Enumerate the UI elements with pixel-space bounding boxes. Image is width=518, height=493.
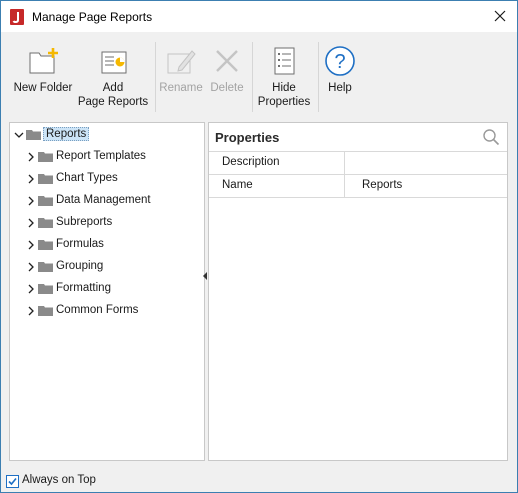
tree-item-chart-types[interactable]: Chart Types [10,169,200,189]
property-name: Description [222,156,280,168]
folder-icon [38,306,53,316]
rename-label: Rename [159,82,203,94]
folder-icon [38,196,53,206]
delete-button[interactable]: Delete [205,40,249,112]
folder-icon [38,262,53,272]
properties-title: Properties [215,130,280,145]
tree-item-formatting[interactable]: Formatting [10,279,200,299]
hide-properties-label: Hide Properties [253,81,315,109]
report-tree: Reports Report Templates Chart Types Dat… [9,122,205,461]
properties-list-icon [274,47,295,75]
chevron-right-icon[interactable] [26,240,36,250]
new-folder-label: New Folder [13,82,73,94]
tree-item-label: Reports [43,127,90,141]
hide-properties-button[interactable]: Hide Properties [253,40,315,112]
help-label: Help [328,82,352,94]
help-icon: ? [325,46,355,76]
chevron-right-icon[interactable] [26,174,36,184]
tree-item-report-templates[interactable]: Report Templates [10,147,200,167]
new-folder-button[interactable]: New Folder [9,40,77,112]
folder-icon [38,240,53,250]
chevron-right-icon[interactable] [26,262,36,272]
add-page-reports-button[interactable]: Add Page Reports [77,40,149,112]
chevron-right-icon[interactable] [26,152,36,162]
chevron-right-icon[interactable] [26,306,36,316]
chevron-right-icon[interactable] [26,218,36,228]
properties-panel: Properties Description Name Reports [208,122,508,461]
chevron-right-icon[interactable] [26,196,36,206]
property-row-description[interactable]: Description [209,151,507,175]
tree-item-label: Formulas [56,238,104,250]
tree-item-label: Common Forms [56,304,139,316]
title-bar: Manage Page Reports [1,1,517,32]
window-title: Manage Page Reports [32,10,153,24]
property-name: Name [222,179,253,191]
search-icon[interactable] [482,128,500,146]
tree-item-label: Grouping [56,260,104,272]
always-on-top-checkbox[interactable] [6,475,19,488]
delete-icon [216,50,238,72]
always-on-top-label: Always on Top [22,474,96,486]
add-page-reports-label-line2: Page Reports [77,96,149,108]
hide-properties-label-line2: Properties [257,96,311,108]
close-icon [494,10,506,22]
rename-icon [167,50,196,74]
tree-item-common-forms[interactable]: Common Forms [10,301,200,321]
tree-item-formulas[interactable]: Formulas [10,235,200,255]
folder-open-icon [26,130,41,140]
tree-item-label: Data Management [56,194,151,206]
app-logo-icon [10,9,24,25]
help-button[interactable]: ? Help [319,40,361,112]
folder-icon [38,174,53,184]
property-name-cell: Name [209,175,345,197]
rename-button[interactable]: Rename [157,40,205,112]
add-page-reports-label-line1: Add [102,82,124,94]
tree-item-label: Formatting [56,282,111,294]
properties-table: Description Name Reports [209,151,507,198]
close-button[interactable] [483,1,517,32]
checkmark-icon [8,477,17,486]
manage-page-reports-dialog: Manage Page Reports New Folder Add Page … [0,0,518,493]
properties-header: Properties [209,123,507,151]
svg-text:?: ? [334,51,345,73]
property-row-name[interactable]: Name Reports [209,175,507,198]
tree-item-label: Subreports [56,216,113,228]
property-name-cell: Description [209,152,345,174]
folder-icon [38,218,53,228]
folder-icon [38,152,53,162]
add-page-reports-icon [101,51,127,74]
tree-item-data-management[interactable]: Data Management [10,191,200,211]
tree-item-label: Report Templates [56,150,146,162]
tree-item-label: Chart Types [56,172,118,184]
add-page-reports-label: Add Page Reports [77,81,149,109]
tree-item-reports[interactable]: Reports [10,125,200,145]
toolbar: New Folder Add Page Reports Rename Delet… [1,32,517,114]
tree-item-subreports[interactable]: Subreports [10,213,200,233]
tree-item-grouping[interactable]: Grouping [10,257,200,277]
property-value: Reports [362,179,403,191]
folder-icon [38,284,53,294]
chevron-down-icon[interactable] [14,130,24,140]
delete-label: Delete [210,82,244,94]
new-folder-icon [29,48,58,74]
toolbar-separator [155,42,156,112]
chevron-right-icon[interactable] [26,284,36,294]
hide-properties-label-line1: Hide [272,82,296,94]
